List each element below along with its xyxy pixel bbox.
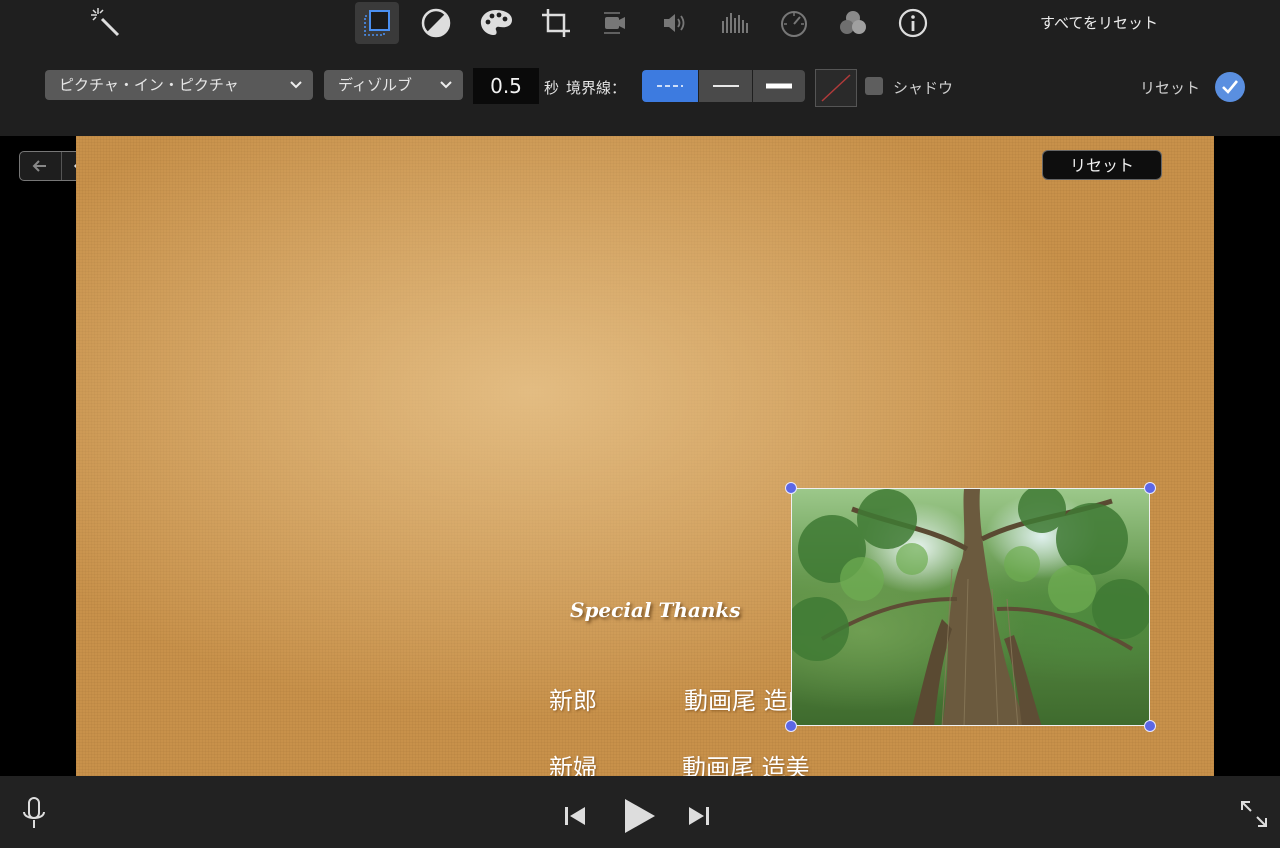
reset-all-button[interactable]: すべてをリセット [1040, 12, 1158, 33]
border-thick-button[interactable] [753, 70, 805, 102]
viewer-reset-button[interactable]: リセット [1042, 150, 1162, 180]
pip-overlay-image[interactable] [791, 488, 1150, 726]
border-label: 境界線： [566, 79, 627, 97]
color-palette-icon[interactable] [474, 2, 518, 44]
shadow-checkbox[interactable] [865, 77, 883, 95]
play-button[interactable] [620, 796, 658, 840]
chevron-down-icon [440, 81, 452, 89]
info-icon[interactable] [891, 2, 935, 44]
voiceover-button[interactable] [20, 796, 48, 836]
arrow-left-icon [32, 160, 47, 172]
skip-back-icon [565, 807, 585, 825]
pip-resize-handle-bottom-left[interactable] [785, 720, 797, 732]
shadow-label: シャドウ [893, 79, 954, 97]
transition-value: ディゾルブ [338, 76, 412, 94]
picture-in-picture-icon[interactable] [355, 2, 399, 44]
viewer: Special Thanks 新郎 動画尾 造郎 新婦 動画尾 造美 リセット [0, 136, 1280, 776]
expand-icon [1241, 801, 1267, 827]
border-color-well[interactable] [815, 69, 857, 107]
skip-back-button[interactable] [562, 804, 588, 832]
previous-keyframe-button[interactable] [20, 152, 62, 180]
apply-button[interactable] [1215, 72, 1245, 102]
pip-resize-handle-top-left[interactable] [785, 482, 797, 494]
pip-resize-handle-top-right[interactable] [1144, 482, 1156, 494]
chevron-down-icon [290, 81, 302, 89]
fullscreen-button[interactable] [1238, 798, 1270, 834]
no-color-icon [821, 74, 851, 102]
credit-role-groom: 新郎 [549, 687, 597, 715]
skip-forward-icon [689, 807, 709, 825]
dashed-line-icon [657, 85, 683, 87]
microphone-icon [23, 797, 45, 828]
overlay-controls: ピクチャ・イン・ピクチャ ディゾルブ 0.5 秒 境界線： シャドウ リセット [0, 46, 1280, 136]
noise-reduction-icon[interactable] [712, 2, 756, 44]
checkmark-icon [1222, 80, 1239, 94]
border-dashed-button[interactable] [642, 70, 698, 102]
duration-unit-label: 秒 [544, 79, 560, 97]
overlay-mode-value: ピクチャ・イン・ピクチャ [59, 76, 239, 94]
title-special-thanks: Special Thanks [570, 598, 741, 622]
crop-icon[interactable] [534, 2, 578, 44]
pip-resize-handle-bottom-right[interactable] [1144, 720, 1156, 732]
tree-photo [792, 489, 1149, 725]
thin-line-icon [712, 85, 739, 87]
border-thin-button[interactable] [699, 70, 752, 102]
color-balance-icon[interactable] [414, 2, 458, 44]
play-icon [625, 799, 655, 833]
volume-icon[interactable] [652, 2, 696, 44]
transition-select[interactable]: ディゾルブ [324, 70, 463, 100]
video-filter-icon[interactable] [831, 2, 875, 44]
credit-role-bride: 新婦 [549, 754, 597, 776]
skip-forward-button[interactable] [686, 804, 712, 832]
thick-line-icon [766, 83, 792, 89]
overlay-mode-select[interactable]: ピクチャ・イン・ピクチャ [45, 70, 313, 100]
magic-wand-icon[interactable] [84, 2, 128, 44]
duration-field[interactable]: 0.5 [473, 68, 539, 104]
stabilization-icon[interactable] [592, 2, 636, 44]
top-toolbar: すべてをリセット [0, 0, 1280, 46]
reset-button[interactable]: リセット [1140, 77, 1200, 98]
speed-icon[interactable] [772, 2, 816, 44]
credit-name-bride: 動画尾 造美 [682, 754, 810, 776]
video-canvas: Special Thanks 新郎 動画尾 造郎 新婦 動画尾 造美 [76, 136, 1214, 776]
playback-bar [0, 776, 1280, 848]
